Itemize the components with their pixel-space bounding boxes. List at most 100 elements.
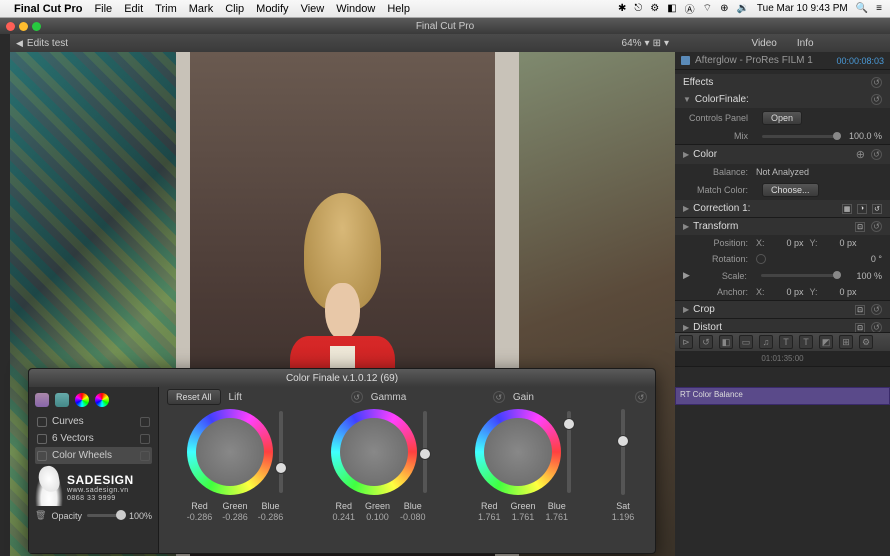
lift-luma-slider[interactable] bbox=[279, 411, 283, 493]
menu-mark[interactable]: Mark bbox=[189, 3, 213, 15]
timeline-ruler[interactable]: 01:01:35:00 bbox=[675, 351, 890, 367]
gain-luma-slider[interactable] bbox=[567, 411, 571, 493]
cf-titlebar[interactable]: Color Finale v.1.0.12 (69) bbox=[29, 369, 655, 387]
anchor-x[interactable]: 0 px bbox=[769, 287, 804, 297]
status-icon[interactable]: ⎋ bbox=[634, 3, 642, 14]
disclosure-icon[interactable]: ▼ bbox=[683, 95, 691, 104]
menu-trim[interactable]: Trim bbox=[155, 3, 177, 15]
opacity-slider[interactable] bbox=[87, 514, 124, 517]
checkbox-icon[interactable] bbox=[140, 451, 150, 461]
back-icon[interactable]: ◀ bbox=[16, 38, 23, 49]
color-header[interactable]: ▶ Color ⊕ ↺ bbox=[675, 145, 890, 164]
menu-modify[interactable]: Modify bbox=[256, 3, 288, 15]
scale-slider[interactable] bbox=[761, 274, 841, 277]
gain-green[interactable]: 1.761 bbox=[510, 512, 535, 522]
mix-slider[interactable] bbox=[762, 135, 841, 138]
color-board-icon[interactable]: ▦ bbox=[842, 204, 852, 214]
wheels-mode-icon[interactable] bbox=[95, 393, 109, 407]
gain-red[interactable]: 1.761 bbox=[478, 512, 501, 522]
zoom-value[interactable]: 64% bbox=[622, 38, 642, 49]
zoom-button[interactable] bbox=[32, 22, 41, 31]
pos-y[interactable]: 0 px bbox=[822, 238, 857, 248]
sidebar-item-curves[interactable]: Curves bbox=[35, 413, 152, 430]
trash-icon[interactable]: 🗑 bbox=[35, 510, 46, 521]
tool-icon[interactable]: T bbox=[779, 335, 793, 349]
chevron-down-icon[interactable]: ▾ bbox=[664, 38, 669, 49]
choose-button[interactable]: Choose... bbox=[762, 183, 819, 197]
gamma-color-wheel[interactable] bbox=[331, 409, 417, 495]
disclosure-icon[interactable]: ▶ bbox=[683, 150, 689, 159]
disclosure-icon[interactable]: ▶ bbox=[683, 305, 689, 314]
sat-value[interactable]: 1.196 bbox=[612, 512, 635, 522]
tool-icon[interactable]: ⊞ bbox=[839, 335, 853, 349]
chevron-down-icon[interactable]: ▾ bbox=[645, 38, 650, 49]
minimize-button[interactable] bbox=[19, 22, 28, 31]
checkbox-icon[interactable] bbox=[140, 434, 150, 444]
status-icon[interactable]: ⚙ bbox=[650, 3, 659, 14]
tool-icon[interactable]: ⊳ bbox=[679, 335, 693, 349]
onscreen-controls-icon[interactable]: ⊡ bbox=[855, 222, 865, 232]
menu-clip[interactable]: Clip bbox=[225, 3, 244, 15]
gamma-red[interactable]: 0.241 bbox=[332, 512, 355, 522]
reset-gamma-icon[interactable]: ↺ bbox=[493, 391, 505, 403]
pos-x[interactable]: 0 px bbox=[769, 238, 804, 248]
reset-icon[interactable]: ↺ bbox=[872, 204, 882, 214]
lift-green[interactable]: -0.286 bbox=[222, 512, 248, 522]
disclosure-icon[interactable]: ▶ bbox=[683, 323, 689, 332]
reset-icon[interactable]: ↺ bbox=[871, 304, 882, 315]
menu-view[interactable]: View bbox=[301, 3, 325, 15]
disclosure-icon[interactable]: ▶ bbox=[683, 222, 689, 231]
tool-icon[interactable]: ◩ bbox=[819, 335, 833, 349]
tab-video[interactable]: Video bbox=[751, 38, 776, 49]
lift-color-wheel[interactable] bbox=[187, 409, 273, 495]
rotation-dial-icon[interactable] bbox=[756, 254, 766, 264]
tool-icon[interactable]: ♫ bbox=[759, 335, 773, 349]
mask-icon[interactable]: ◑ bbox=[857, 204, 867, 214]
reset-gain-icon[interactable]: ↺ bbox=[635, 391, 647, 403]
status-icon[interactable]: Ⓐ bbox=[685, 1, 695, 16]
onscreen-controls-icon[interactable]: ⊡ bbox=[855, 305, 865, 315]
tab-info[interactable]: Info bbox=[797, 38, 814, 49]
checkbox-icon[interactable] bbox=[140, 417, 150, 427]
disclosure-icon[interactable]: ▶ bbox=[683, 270, 690, 281]
transform-header[interactable]: ▶ Transform ⊡ ↺ bbox=[675, 218, 890, 235]
tool-icon[interactable]: ◧ bbox=[719, 335, 733, 349]
lift-red[interactable]: -0.286 bbox=[187, 512, 213, 522]
volume-icon[interactable]: 🔉 bbox=[736, 3, 748, 14]
view-options-icon[interactable]: ⊞ bbox=[653, 38, 661, 49]
effects-header[interactable]: Effects ↺ bbox=[675, 74, 890, 91]
clock[interactable]: Tue Mar 10 9:43 PM bbox=[757, 3, 848, 14]
correction-header[interactable]: ▶ Correction 1: ▦ ◑ ↺ bbox=[675, 200, 890, 217]
opacity-value[interactable]: 100% bbox=[129, 511, 152, 521]
tool-icon[interactable]: ↺ bbox=[699, 335, 713, 349]
menu-help[interactable]: Help bbox=[387, 3, 410, 15]
anchor-y[interactable]: 0 px bbox=[822, 287, 857, 297]
lift-blue[interactable]: -0.286 bbox=[258, 512, 284, 522]
wifi-icon[interactable]: ⊕ bbox=[720, 3, 728, 14]
reset-lift-icon[interactable]: ↺ bbox=[351, 391, 363, 403]
browser-panel-collapsed[interactable] bbox=[0, 34, 10, 556]
sidebar-item-vectors[interactable]: 6 Vectors bbox=[35, 430, 152, 447]
rotation-value[interactable]: 0 ° bbox=[847, 254, 882, 264]
gamma-luma-slider[interactable] bbox=[423, 411, 427, 493]
reset-all-button[interactable]: Reset All bbox=[167, 389, 221, 405]
crop-header[interactable]: ▶Crop⊡↺ bbox=[675, 301, 890, 318]
gamma-blue[interactable]: -0.080 bbox=[400, 512, 426, 522]
status-icon[interactable]: ✱ bbox=[618, 3, 626, 14]
gain-color-wheel[interactable] bbox=[475, 409, 561, 495]
mix-value[interactable]: 100.0 % bbox=[847, 131, 882, 141]
curves-mode-icon[interactable] bbox=[55, 393, 69, 407]
vectors-mode-icon[interactable] bbox=[75, 393, 89, 407]
disclosure-icon[interactable]: ▶ bbox=[683, 204, 689, 213]
app-menu[interactable]: Final Cut Pro bbox=[14, 3, 82, 15]
tool-icon[interactable]: T bbox=[799, 335, 813, 349]
reset-icon[interactable]: ↺ bbox=[871, 221, 882, 232]
saturation-slider[interactable] bbox=[621, 409, 625, 495]
close-button[interactable] bbox=[6, 22, 15, 31]
open-button[interactable]: Open bbox=[762, 111, 802, 125]
lut-mode-icon[interactable] bbox=[35, 393, 49, 407]
sidebar-item-color-wheels[interactable]: Color Wheels bbox=[35, 447, 152, 464]
menu-edit[interactable]: Edit bbox=[124, 3, 143, 15]
colorfinale-effect-header[interactable]: ▼ ColorFinale: ↺ bbox=[675, 91, 890, 108]
timeline-clip[interactable]: RT Color Balance bbox=[675, 387, 890, 405]
